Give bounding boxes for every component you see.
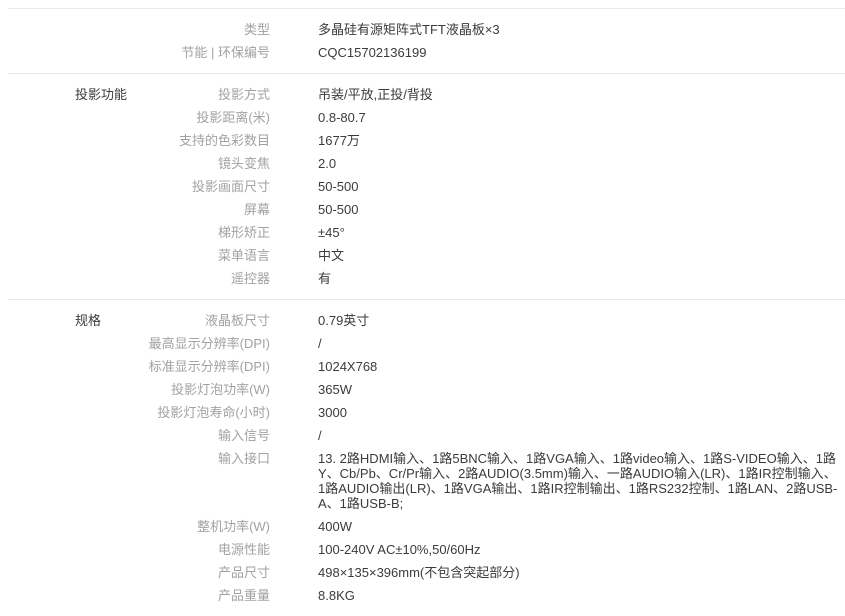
spec-row: 最高显示分辨率(DPI) / [8,332,845,355]
spec-value: 中文 [318,248,344,263]
spec-label: 屏幕 [8,202,270,217]
spec-row: 镜头变焦 2.0 [8,152,845,175]
spec-label: 投影灯泡寿命(小时) [8,405,270,420]
spec-value: 498×135×396mm(不包含突起部分) [318,565,520,580]
spec-value: 100-240V AC±10%,50/60Hz [318,542,481,557]
spec-label: 遥控器 [8,271,270,286]
spec-value: 0.79英寸 [318,313,369,328]
spec-label: 整机功率(W) [8,519,270,534]
spec-value: 50-500 [318,179,358,194]
spec-row: 梯形矫正 ±45° [8,221,845,244]
spec-row: 节能 | 环保编号 CQC15702136199 [8,41,845,64]
spec-row: 类型 多晶硅有源矩阵式TFT液晶板×3 [8,18,845,41]
spec-value: 0.8-80.7 [318,110,366,125]
spec-value: 多晶硅有源矩阵式TFT液晶板×3 [318,22,500,37]
spec-row: 投影距离(米) 0.8-80.7 [8,106,845,129]
spec-label: 支持的色彩数目 [8,133,270,148]
spec-row: 整机功率(W) 400W [8,515,845,538]
spec-row: 投影灯泡功率(W) 365W [8,378,845,401]
spec-row: 产品重量 8.8KG [8,584,845,607]
spec-value: 13. 2路HDMI输入、1路5BNC输入、1路VGA输入、1路video输入、… [318,451,838,511]
spec-row: 投影方式 吊装/平放,正投/背投 [8,83,845,106]
spec-value: 8.8KG [318,588,355,603]
spec-section-basic: 类型 多晶硅有源矩阵式TFT液晶板×3 节能 | 环保编号 CQC1570213… [8,8,845,73]
spec-label: 节能 | 环保编号 [8,45,270,60]
product-spec-table: 类型 多晶硅有源矩阵式TFT液晶板×3 节能 | 环保编号 CQC1570213… [8,0,845,616]
section-category: 规格 [75,313,101,328]
spec-row: 投影灯泡寿命(小时) 3000 [8,401,845,424]
spec-value: / [318,336,322,351]
spec-value: / [318,428,322,443]
spec-value: CQC15702136199 [318,45,426,60]
spec-label: 输入接口 [8,451,270,466]
spec-value: 50-500 [318,202,358,217]
spec-label: 投影距离(米) [8,110,270,125]
spec-row: 输入信号 / [8,424,845,447]
spec-value: 400W [318,519,352,534]
spec-value: ±45° [318,225,345,240]
spec-row: 液晶板尺寸 0.79英寸 [8,309,845,332]
spec-value: 吊装/平放,正投/背投 [318,87,433,102]
spec-label: 类型 [8,22,270,37]
spec-label: 标准显示分辨率(DPI) [8,359,270,374]
spec-row: 产品尺寸 498×135×396mm(不包含突起部分) [8,561,845,584]
spec-label: 投影画面尺寸 [8,179,270,194]
spec-row: 遥控器 有 [8,267,845,290]
spec-value: 3000 [318,405,347,420]
spec-section-projection: 投影功能 投影方式 吊装/平放,正投/背投 投影距离(米) 0.8-80.7 支… [8,73,845,299]
spec-label: 最高显示分辨率(DPI) [8,336,270,351]
spec-row: 屏幕 50-500 [8,198,845,221]
spec-label: 电源性能 [8,542,270,557]
spec-value: 1677万 [318,133,360,148]
spec-label: 产品尺寸 [8,565,270,580]
spec-label: 产品重量 [8,588,270,603]
spec-row: 标准显示分辨率(DPI) 1024X768 [8,355,845,378]
spec-label: 梯形矫正 [8,225,270,240]
spec-row: 菜单语言 中文 [8,244,845,267]
spec-label: 投影灯泡功率(W) [8,382,270,397]
spec-value: 365W [318,382,352,397]
spec-value: 2.0 [318,156,336,171]
spec-row: 投影画面尺寸 50-500 [8,175,845,198]
spec-label: 菜单语言 [8,248,270,263]
section-category: 投影功能 [75,87,127,102]
spec-row: 电源性能 100-240V AC±10%,50/60Hz [8,538,845,561]
spec-value: 有 [318,271,331,286]
spec-row: 输入接口 13. 2路HDMI输入、1路5BNC输入、1路VGA输入、1路vid… [8,447,845,515]
spec-section-specs: 规格 液晶板尺寸 0.79英寸 最高显示分辨率(DPI) / 标准显示分辨率(D… [8,299,845,616]
spec-label: 镜头变焦 [8,156,270,171]
spec-label: 投影方式 [8,87,270,102]
spec-label: 输入信号 [8,428,270,443]
spec-row: 支持的色彩数目 1677万 [8,129,845,152]
spec-value: 1024X768 [318,359,377,374]
spec-label: 液晶板尺寸 [8,313,270,328]
